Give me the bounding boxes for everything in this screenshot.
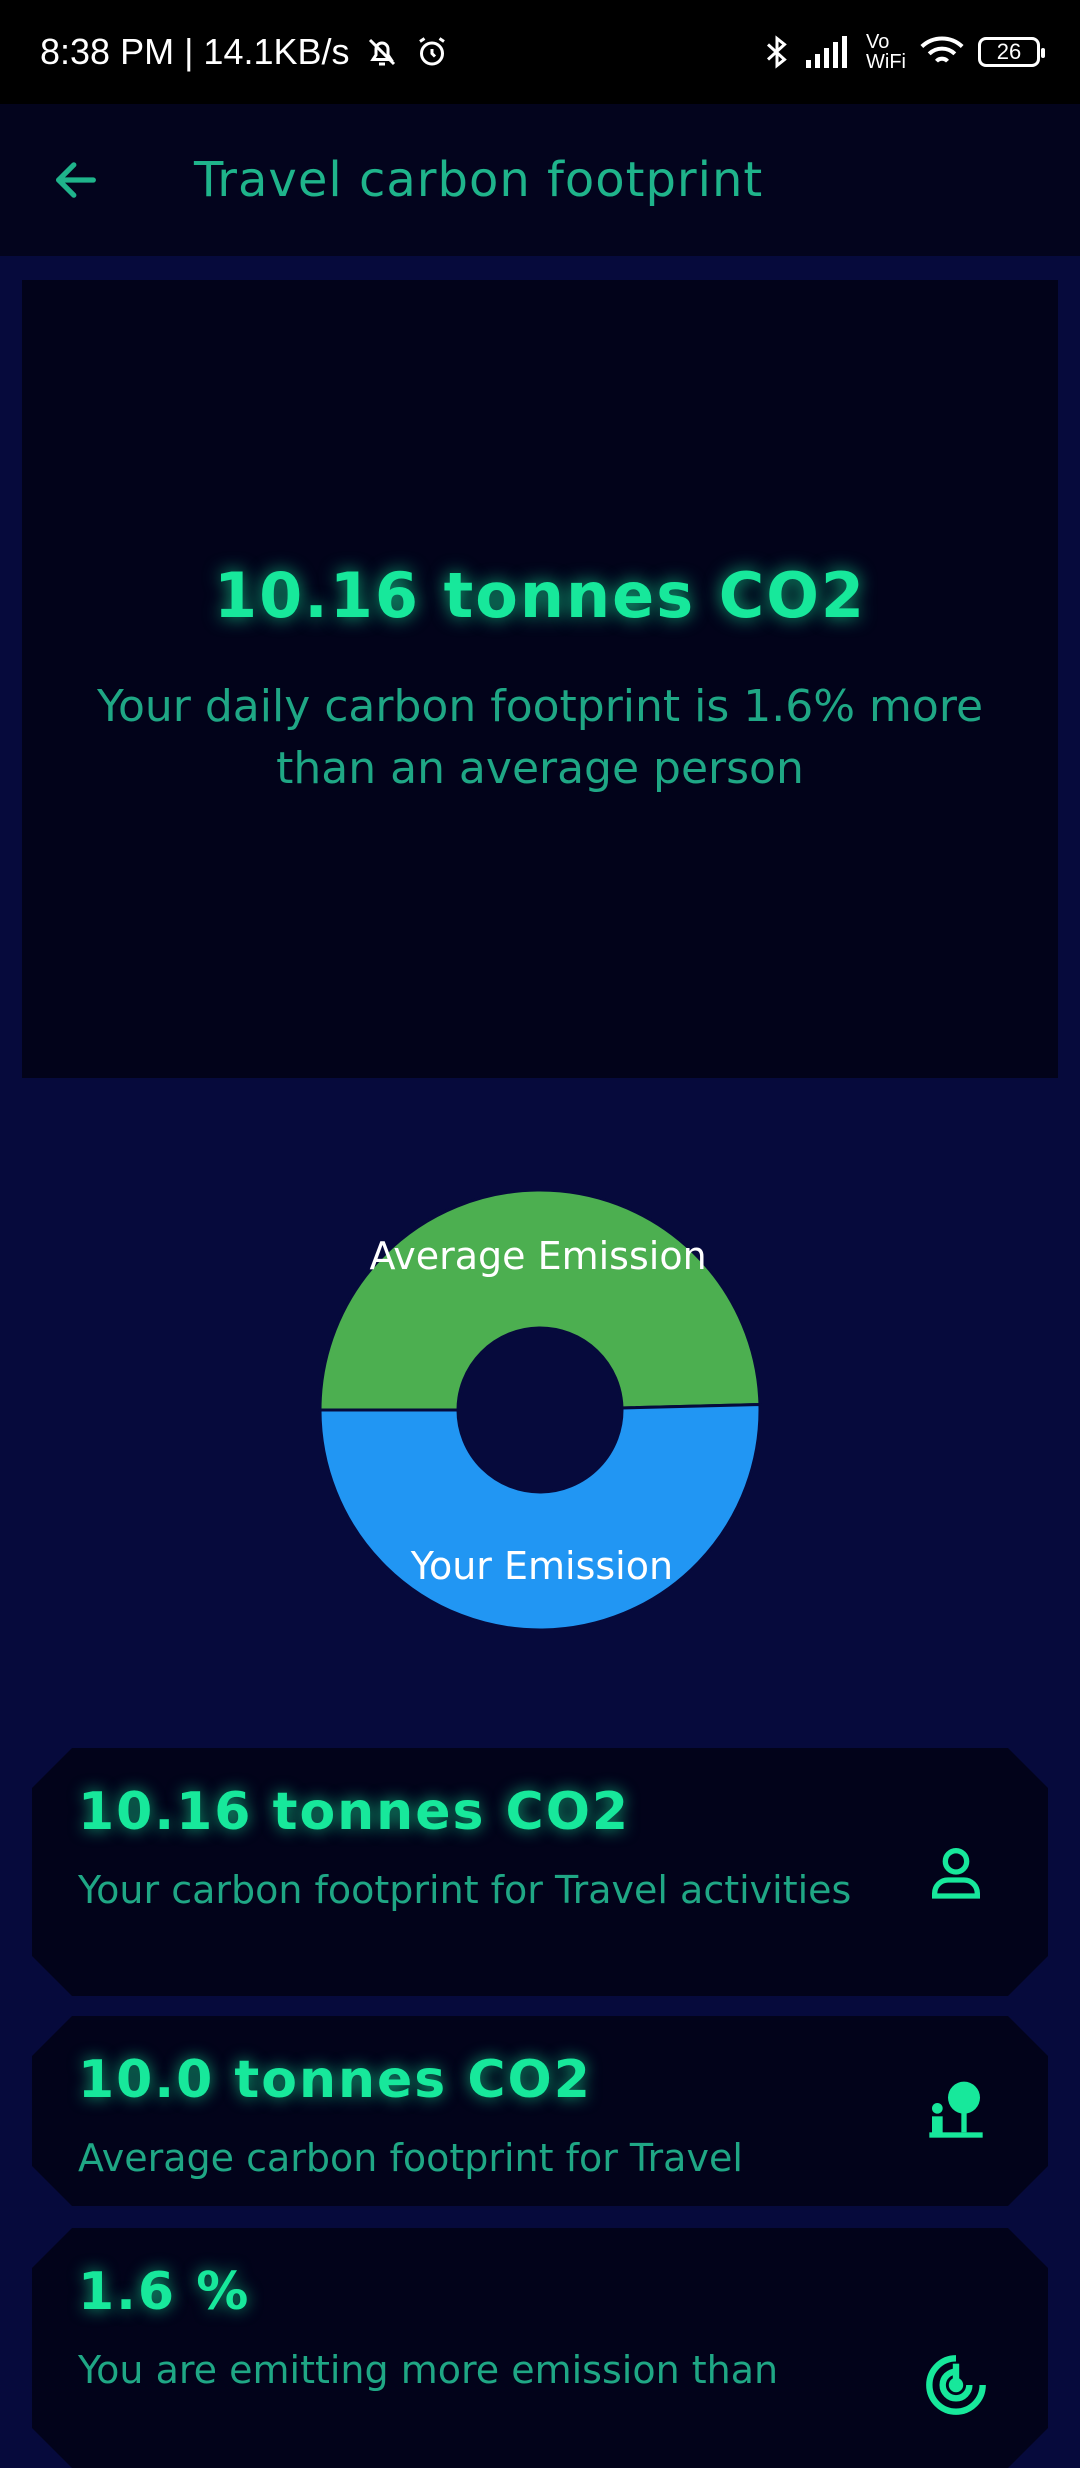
bluetooth-icon bbox=[762, 34, 792, 70]
page-title: Travel carbon footprint bbox=[194, 152, 764, 208]
card-value: 10.16 tonnes CO2 bbox=[78, 1782, 631, 1842]
target-icon bbox=[924, 2353, 988, 2417]
status-bar: 8:38 PM | 14.1KB/s Vo WiFi 26 bbox=[0, 0, 1080, 104]
donut-slice-your-emission bbox=[318, 1402, 762, 1632]
summary-text: Your daily carbon footprint is 1.6% more… bbox=[96, 680, 984, 794]
card-description: You are emitting more emission than bbox=[78, 2348, 779, 2392]
signal-icon bbox=[806, 36, 852, 68]
donut-label-average-emission: Average Emission bbox=[369, 1234, 706, 1278]
arrow-left-icon bbox=[56, 162, 96, 198]
person-tree-icon bbox=[924, 2079, 988, 2143]
app-bar: Travel carbon footprint bbox=[0, 104, 1080, 256]
status-time-speed: 8:38 PM | 14.1KB/s bbox=[40, 31, 350, 72]
card-description: Average carbon footprint for Travel bbox=[78, 2136, 743, 2180]
mute-bell-icon bbox=[364, 34, 400, 70]
vowifi-label: Vo WiFi bbox=[866, 31, 906, 73]
card-value: 10.0 tonnes CO2 bbox=[78, 2050, 592, 2110]
your-footprint-card: 10.16 tonnes CO2 Your carbon footprint f… bbox=[32, 1748, 1048, 1996]
back-button[interactable] bbox=[24, 128, 128, 232]
battery-indicator: 26 bbox=[978, 37, 1045, 67]
summary-card: 10.16 tonnes CO2 Your daily carbon footp… bbox=[22, 280, 1058, 1078]
battery-level: 26 bbox=[996, 39, 1022, 64]
summary-value: 10.16 tonnes CO2 bbox=[213, 558, 867, 632]
person-icon bbox=[924, 1840, 988, 1904]
donut-label-your-emission: Your Emission bbox=[410, 1544, 673, 1588]
card-description: Your carbon footprint for Travel activit… bbox=[78, 1868, 852, 1912]
average-footprint-card: 10.0 tonnes CO2 Average carbon footprint… bbox=[32, 2016, 1048, 2206]
donut-slice-average-emission bbox=[318, 1188, 762, 1412]
percentage-card: 1.6 % You are emitting more emission tha… bbox=[32, 2228, 1048, 2468]
emission-donut-chart: Average Emission Your Emission bbox=[300, 1170, 780, 1650]
card-value: 1.6 % bbox=[78, 2262, 251, 2322]
alarm-icon bbox=[414, 34, 450, 70]
wifi-icon bbox=[920, 35, 964, 69]
